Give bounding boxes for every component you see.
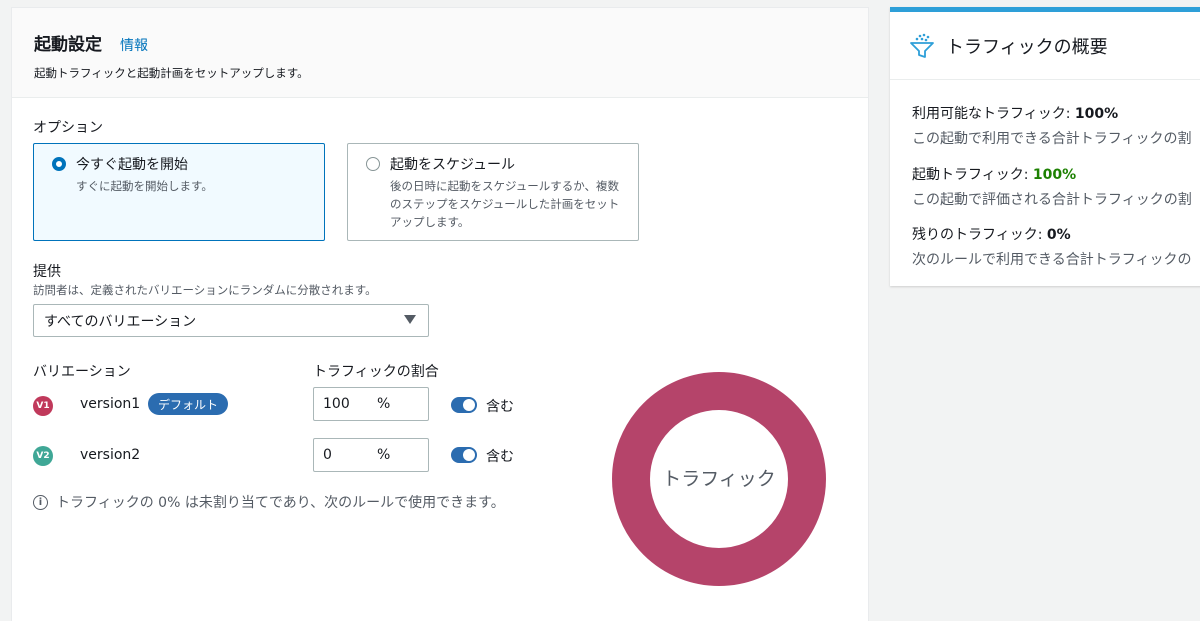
panel-title: 起動設定 bbox=[34, 35, 102, 55]
item-label: 利用可能なトラフィック: bbox=[912, 106, 1075, 122]
item-description: この起動で利用できる合計トラフィックの割 bbox=[912, 131, 1192, 147]
traffic-column-header: トラフィックの割合 bbox=[313, 364, 439, 380]
option-launch-now[interactable]: 今すぐ起動を開始 すぐに起動を開始します。 bbox=[33, 143, 325, 241]
traffic-value: 0 bbox=[323, 447, 332, 463]
traffic-input-version1[interactable]: 100 % bbox=[313, 387, 429, 421]
toggle-label: 含む bbox=[486, 399, 514, 415]
funnel-icon bbox=[910, 33, 934, 58]
variation-name: version1 bbox=[80, 396, 141, 412]
item-value: 0% bbox=[1046, 227, 1071, 243]
panel-description: 起動トラフィックと起動計画をセットアップします。 bbox=[34, 66, 309, 80]
option-title: 起動をスケジュール bbox=[390, 157, 516, 173]
note-text: トラフィックの 0% は未割り当てであり、次のルールで使用できます。 bbox=[56, 495, 505, 511]
variation-select[interactable]: すべてのバリエーション bbox=[33, 304, 429, 337]
traffic-value: 100 bbox=[323, 396, 350, 412]
remaining-traffic: 残りのトラフィック: 0% bbox=[912, 224, 1071, 244]
radio-launch-now[interactable] bbox=[52, 157, 66, 171]
toggle-label: 含む bbox=[486, 449, 514, 465]
info-link[interactable]: 情報 bbox=[120, 35, 148, 55]
traffic-donut-chart: トラフィック bbox=[612, 372, 826, 586]
item-label: 残りのトラフィック: bbox=[912, 227, 1047, 243]
panel-header: 起動設定 情報 起動トラフィックと起動計画をセットアップします。 bbox=[12, 8, 868, 98]
include-toggle-version1[interactable] bbox=[451, 397, 477, 413]
traffic-input-version2[interactable]: 0 % bbox=[313, 438, 429, 472]
v1-badge-icon: V1 bbox=[33, 396, 53, 416]
caret-down-icon bbox=[404, 315, 416, 324]
v2-badge-icon: V2 bbox=[33, 446, 53, 466]
item-label: 起動トラフィック: bbox=[912, 167, 1033, 183]
default-tag: デフォルト bbox=[148, 393, 229, 415]
percent-unit: % bbox=[377, 447, 391, 463]
variation-name: version2 bbox=[80, 447, 141, 463]
traffic-summary-panel: トラフィックの概要 利用可能なトラフィック: 100% この起動で利用できる合計… bbox=[890, 7, 1200, 286]
percent-unit: % bbox=[377, 396, 391, 412]
item-description: この起動で評価される合計トラフィックの割 bbox=[912, 192, 1192, 208]
item-value: 100% bbox=[1074, 106, 1119, 122]
unallocated-note: i トラフィックの 0% は未割り当てであり、次のルールで使用できます。 bbox=[33, 492, 505, 512]
item-value: 100% bbox=[1032, 167, 1077, 183]
summary-header: トラフィックの概要 bbox=[890, 12, 1200, 80]
include-toggle-version2[interactable] bbox=[451, 447, 477, 463]
serve-label: 提供 bbox=[33, 264, 61, 280]
info-icon: i bbox=[33, 494, 48, 510]
summary-title: トラフィックの概要 bbox=[946, 36, 1108, 58]
option-schedule-launch[interactable]: 起動をスケジュール 後の日時に起動をスケジュールするか、複数のステップをスケジュ… bbox=[347, 143, 639, 241]
options-label: オプション bbox=[33, 120, 103, 136]
variation-select-value: すべてのバリエーション bbox=[44, 313, 197, 330]
item-description: 次のルールで利用できる合計トラフィックの bbox=[912, 252, 1192, 268]
available-traffic: 利用可能なトラフィック: 100% bbox=[912, 103, 1118, 123]
option-description: 後の日時に起動をスケジュールするか、複数のステップをスケジュールした計画をセット… bbox=[390, 179, 620, 229]
variation-column-header: バリエーション bbox=[33, 364, 131, 380]
option-description: すぐに起動を開始します。 bbox=[76, 179, 213, 193]
donut-center-label: トラフィック bbox=[662, 468, 776, 490]
launch-traffic: 起動トラフィック: 100% bbox=[912, 164, 1076, 184]
radio-schedule-launch[interactable] bbox=[366, 157, 380, 171]
serve-description: 訪問者は、定義されたバリエーションにランダムに分散されます。 bbox=[33, 283, 377, 297]
option-title: 今すぐ起動を開始 bbox=[76, 157, 188, 173]
